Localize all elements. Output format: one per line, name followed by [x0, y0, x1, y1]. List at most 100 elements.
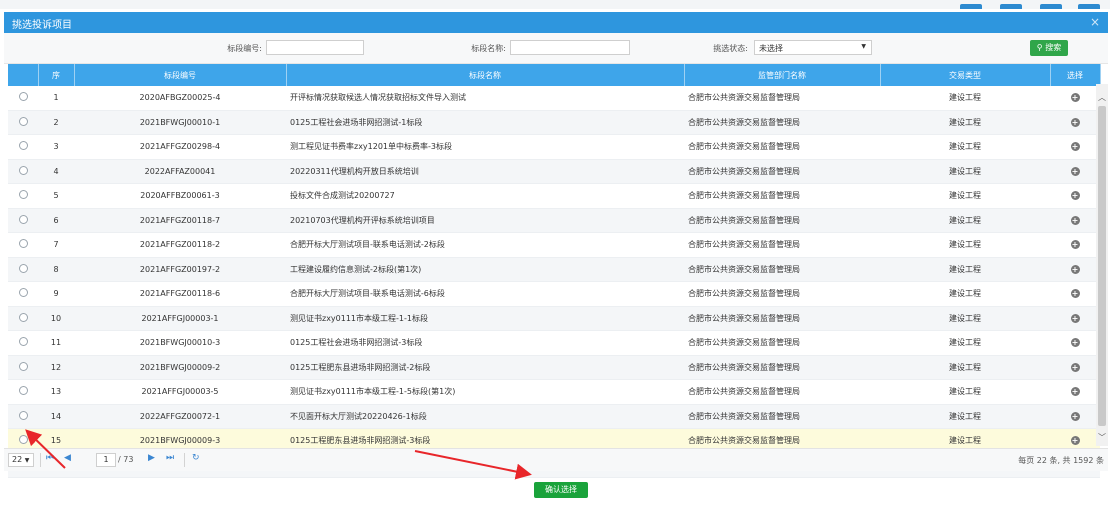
add-icon[interactable]: + — [1070, 93, 1080, 103]
radio-button[interactable] — [18, 386, 28, 396]
last-page-icon[interactable]: ⏭ — [166, 453, 174, 463]
scroll-down-icon[interactable]: ﹀ — [1098, 432, 1106, 443]
row-radio[interactable] — [8, 232, 38, 258]
row-name: 0125工程肥东县进场非网招测试-2标段 — [286, 355, 684, 380]
row-radio[interactable] — [8, 86, 38, 111]
row-type: 建设工程 — [880, 134, 1050, 160]
vertical-scrollbar[interactable]: ︿ ﹀ — [1096, 84, 1108, 446]
row-name: 合肥开标大厅测试项目-联系电话测试-6标段 — [286, 281, 684, 307]
add-icon[interactable]: + — [1070, 387, 1080, 397]
add-icon[interactable]: + — [1070, 240, 1080, 250]
add-icon[interactable]: + — [1070, 362, 1080, 372]
close-icon[interactable]: × — [1090, 15, 1100, 29]
table-row[interactable]: 11 2021BFWGJ00010-3 0125工程社会进场非网招测试-3标段 合肥市… — [8, 330, 1100, 356]
radio-button[interactable] — [18, 116, 28, 126]
radio-button[interactable] — [18, 410, 28, 420]
row-name: 工程建设履约信息测试-2标段(第1次) — [286, 257, 684, 282]
add-icon[interactable]: + — [1070, 264, 1080, 274]
add-icon[interactable]: + — [1070, 166, 1080, 176]
radio-button[interactable] — [18, 337, 28, 347]
row-radio[interactable] — [8, 281, 38, 307]
confirm-selection-button[interactable]: 确认选择 — [534, 482, 588, 498]
row-dept: 合肥市公共资源交易监督管理局 — [684, 379, 880, 405]
add-icon[interactable]: + — [1070, 191, 1080, 201]
row-radio[interactable] — [8, 355, 38, 380]
radio-button[interactable] — [18, 361, 28, 371]
row-radio[interactable] — [8, 134, 38, 160]
radio-button[interactable] — [18, 141, 28, 151]
row-radio[interactable] — [8, 306, 38, 331]
row-radio[interactable] — [8, 183, 38, 209]
radio-button[interactable] — [18, 312, 28, 322]
row-select[interactable]: + — [1050, 379, 1100, 405]
table-row[interactable]: 14 2022AFFGZ00072-1 不见面开标大厅测试20220426-1标段合… — [8, 404, 1100, 429]
row-select[interactable]: + — [1050, 257, 1100, 282]
row-select[interactable]: + — [1050, 404, 1100, 429]
header-radio — [8, 64, 39, 86]
row-select[interactable]: + — [1050, 208, 1100, 233]
row-name: 20210703代理机构开评标系统培训项目 — [286, 208, 684, 233]
background-page-strip — [0, 0, 1110, 9]
row-select[interactable]: + — [1050, 134, 1100, 160]
radio-button[interactable] — [18, 288, 28, 298]
status-select[interactable]: 未选择 ▼ — [754, 40, 872, 55]
section-no-input[interactable] — [266, 40, 364, 55]
row-select[interactable]: + — [1050, 110, 1100, 135]
row-select[interactable]: + — [1050, 159, 1100, 184]
row-name: 合肥开标大厅测试项目-联系电话测试-2标段 — [286, 232, 684, 258]
radio-button[interactable] — [18, 435, 28, 445]
add-icon[interactable]: + — [1070, 313, 1080, 323]
radio-button[interactable] — [18, 263, 28, 273]
table-row[interactable]: 5 2020AFFBZ00061-3 投标文件合成测试20200727 合肥市公共资源… — [8, 183, 1100, 209]
first-page-icon[interactable]: ⏮ — [46, 453, 54, 463]
table-row[interactable]: 2 2021BFWGJ00010-1 0125工程社会进场非网招测试-1标段 合肥市公… — [8, 110, 1100, 135]
row-radio[interactable] — [8, 257, 38, 282]
row-select[interactable]: + — [1050, 330, 1100, 356]
add-icon[interactable]: + — [1070, 215, 1080, 225]
add-icon[interactable]: + — [1070, 338, 1080, 348]
section-name-input[interactable] — [510, 40, 630, 55]
add-icon[interactable]: + — [1070, 142, 1080, 152]
table-row[interactable]: 6 2021AFFGZ00118-7 20210703代理机构开评标系统培训项目 合肥… — [8, 208, 1100, 233]
row-select[interactable]: + — [1050, 183, 1100, 209]
next-page-icon[interactable]: ▶ — [148, 453, 155, 463]
row-radio[interactable] — [8, 159, 38, 184]
radio-button[interactable] — [18, 190, 28, 200]
add-icon[interactable]: + — [1070, 117, 1080, 127]
table-row[interactable]: 3 2021AFFGZ00298-4 测工程见证书费率zxy1201单中标费率-3标… — [8, 134, 1100, 160]
page-size-select[interactable]: 22 ▼ — [8, 453, 34, 467]
radio-button[interactable] — [18, 239, 28, 249]
radio-button[interactable] — [18, 214, 28, 224]
current-page-input[interactable]: 1 — [96, 453, 116, 467]
add-icon[interactable]: + — [1070, 411, 1080, 421]
search-button[interactable]: ⚲ 搜索 — [1030, 40, 1068, 56]
radio-button[interactable] — [18, 92, 28, 102]
row-select[interactable]: + — [1050, 86, 1100, 111]
row-radio[interactable] — [8, 404, 38, 429]
row-radio[interactable] — [8, 110, 38, 135]
table-row[interactable]: 12 2021BFWGJ00009-2 0125工程肥东县进场非网招测试-2标段 合肥… — [8, 355, 1100, 380]
table-row[interactable]: 7 2021AFFGZ00118-2 合肥开标大厅测试项目-联系电话测试-2标段 合肥… — [8, 232, 1100, 258]
add-icon[interactable]: + — [1070, 289, 1080, 299]
row-name: 0125工程社会进场非网招测试-3标段 — [286, 330, 684, 356]
table-row[interactable]: 13 2021AFFGJ00003-5 测见证书zxy0111市本级工程-1-5标段… — [8, 379, 1100, 405]
row-select[interactable]: + — [1050, 281, 1100, 307]
table-row[interactable]: 8 2021AFFGZ00197-2 工程建设履约信息测试-2标段(第1次) 合肥市公… — [8, 257, 1100, 282]
row-select[interactable]: + — [1050, 232, 1100, 258]
row-radio[interactable] — [8, 208, 38, 233]
row-no: 8 — [38, 257, 74, 282]
scrollbar-thumb[interactable] — [1098, 106, 1106, 426]
row-radio[interactable] — [8, 379, 38, 405]
table-row[interactable]: 9 2021AFFGZ00118-6 合肥开标大厅测试项目-联系电话测试-6标段 合肥… — [8, 281, 1100, 307]
scroll-up-icon[interactable]: ︿ — [1098, 92, 1106, 103]
radio-button[interactable] — [18, 165, 28, 175]
table-row[interactable]: 1 2020AFBGZ00025-4 开评标情况获取候选人情况获取招标文件导入测试合… — [8, 86, 1100, 111]
row-radio[interactable] — [8, 330, 38, 356]
table-row[interactable]: 4 2022AFFAZ00041 20220311代理机构开放日系统培训 合肥市公共资… — [8, 159, 1100, 184]
table-row[interactable]: 10 2021AFFGJ00003-1 测见证书zxy0111市本级工程-1-1标段… — [8, 306, 1100, 331]
add-icon[interactable]: + — [1070, 436, 1080, 446]
row-select[interactable]: + — [1050, 355, 1100, 380]
row-select[interactable]: + — [1050, 306, 1100, 331]
refresh-icon[interactable]: ↻ — [192, 453, 200, 463]
prev-page-icon[interactable]: ◀ — [64, 453, 71, 463]
